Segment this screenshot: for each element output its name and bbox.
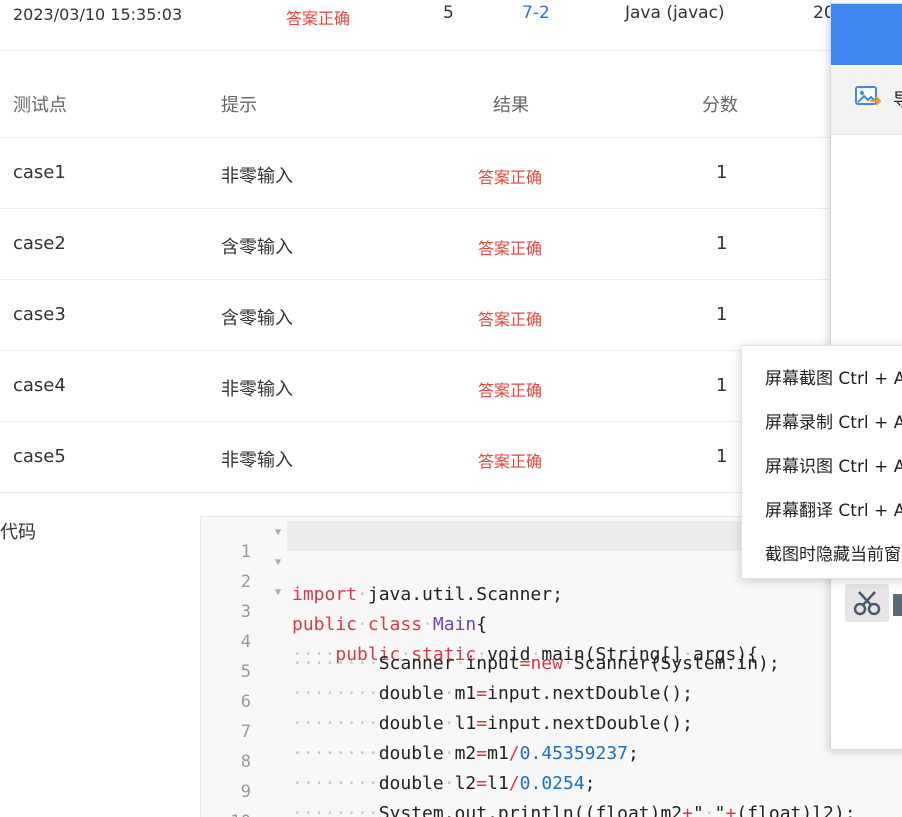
row-result: 答案正确 — [478, 381, 543, 400]
row-hint: 非零输入 — [221, 166, 293, 187]
row-case: case4 — [13, 375, 66, 396]
header-result: 结果 — [493, 95, 529, 116]
submission-score: 5 — [443, 3, 454, 23]
code-line: 5 ········double·m1=input.nextDouble(); — [201, 641, 902, 704]
menu-item-screen-recognize[interactable]: 屏幕识图 Ctrl + A — [765, 452, 902, 477]
compiler-label: Java (javac) — [625, 3, 725, 23]
problem-link[interactable]: 7-2 — [522, 3, 550, 23]
scissors-button[interactable] — [845, 584, 889, 622]
test-table-header: 测试点 提示 结果 分数 — [0, 73, 902, 138]
code-line: 7 ········double·m2=m1/0.45359237; — [201, 701, 902, 764]
tool-icon-partial[interactable] — [893, 594, 902, 616]
submission-time: 2023/03/10 15:35:03 — [13, 5, 183, 24]
row-score: 1 — [716, 162, 728, 183]
context-menu: 屏幕截图 Ctrl + A 屏幕录制 Ctrl + A 屏幕识图 Ctrl + … — [741, 345, 902, 579]
code-line: 9 ········System.out.println((float)m2+"… — [201, 761, 902, 817]
row-score: 1 — [716, 375, 728, 396]
menu-item-screen-translate[interactable]: 屏幕翻译 Ctrl + A — [765, 496, 902, 521]
menu-item-screenshot[interactable]: 屏幕截图 Ctrl + A — [765, 364, 902, 389]
fold-arrow-icon[interactable]: ▼ — [275, 557, 281, 568]
header-testpoint: 测试点 — [13, 95, 67, 116]
row-result: 答案正确 — [478, 452, 543, 471]
row-score: 1 — [716, 446, 728, 467]
code-line: 3 ▼ ····public·static·void·main(String[]… — [201, 581, 902, 665]
row-case: case5 — [13, 446, 66, 467]
menu-item-screen-record[interactable]: 屏幕录制 Ctrl + A — [765, 408, 902, 433]
row-hint: 非零输入 — [221, 379, 293, 400]
tool-window-titlebar[interactable] — [831, 4, 902, 65]
code-line: 4 ········Scanner·input=new·Scanner(Syst… — [201, 611, 902, 674]
line-number: 10 — [201, 812, 251, 817]
header-hint: 提示 — [221, 95, 257, 116]
row-result: 答案正确 — [478, 168, 543, 187]
fold-arrow-icon[interactable]: ▼ — [275, 527, 281, 538]
row-score: 1 — [716, 233, 728, 254]
table-row: case1 非零输入 答案正确 1 — [0, 138, 902, 209]
row-case: case2 — [13, 233, 66, 254]
submission-row: 2023/03/10 15:35:03 答案正确 5 7-2 Java (jav… — [0, 0, 902, 51]
code-line: 8 ········double·l2=l1/0.0254; — [201, 731, 902, 794]
submission-status: 答案正确 — [286, 9, 351, 28]
table-row: case2 含零输入 答案正确 1 — [0, 209, 902, 280]
row-score: 1 — [716, 304, 728, 325]
row-hint: 含零输入 — [221, 308, 293, 329]
header-score: 分数 — [702, 95, 738, 116]
code-line: 10 ····} — [201, 791, 902, 817]
menu-item-hide-window[interactable]: 截图时隐藏当前窗 — [765, 540, 901, 565]
table-row: case3 含零输入 答案正确 1 — [0, 280, 902, 351]
row-hint: 含零输入 — [221, 237, 293, 258]
row-case: case1 — [13, 162, 66, 183]
tool-window-toolbar: 导 — [831, 66, 902, 135]
scissors-icon — [853, 591, 881, 616]
code-section-label: 代码 — [0, 522, 36, 543]
row-result: 答案正确 — [478, 310, 543, 329]
toolbar-text[interactable]: 导 — [893, 86, 902, 112]
row-case: case3 — [13, 304, 66, 325]
code-line: 6 ········double·l1=input.nextDouble(); — [201, 671, 902, 734]
image-export-icon[interactable] — [855, 86, 881, 108]
row-result: 答案正确 — [478, 239, 543, 258]
row-hint: 非零输入 — [221, 450, 293, 471]
fold-arrow-icon[interactable]: ▼ — [275, 587, 281, 598]
